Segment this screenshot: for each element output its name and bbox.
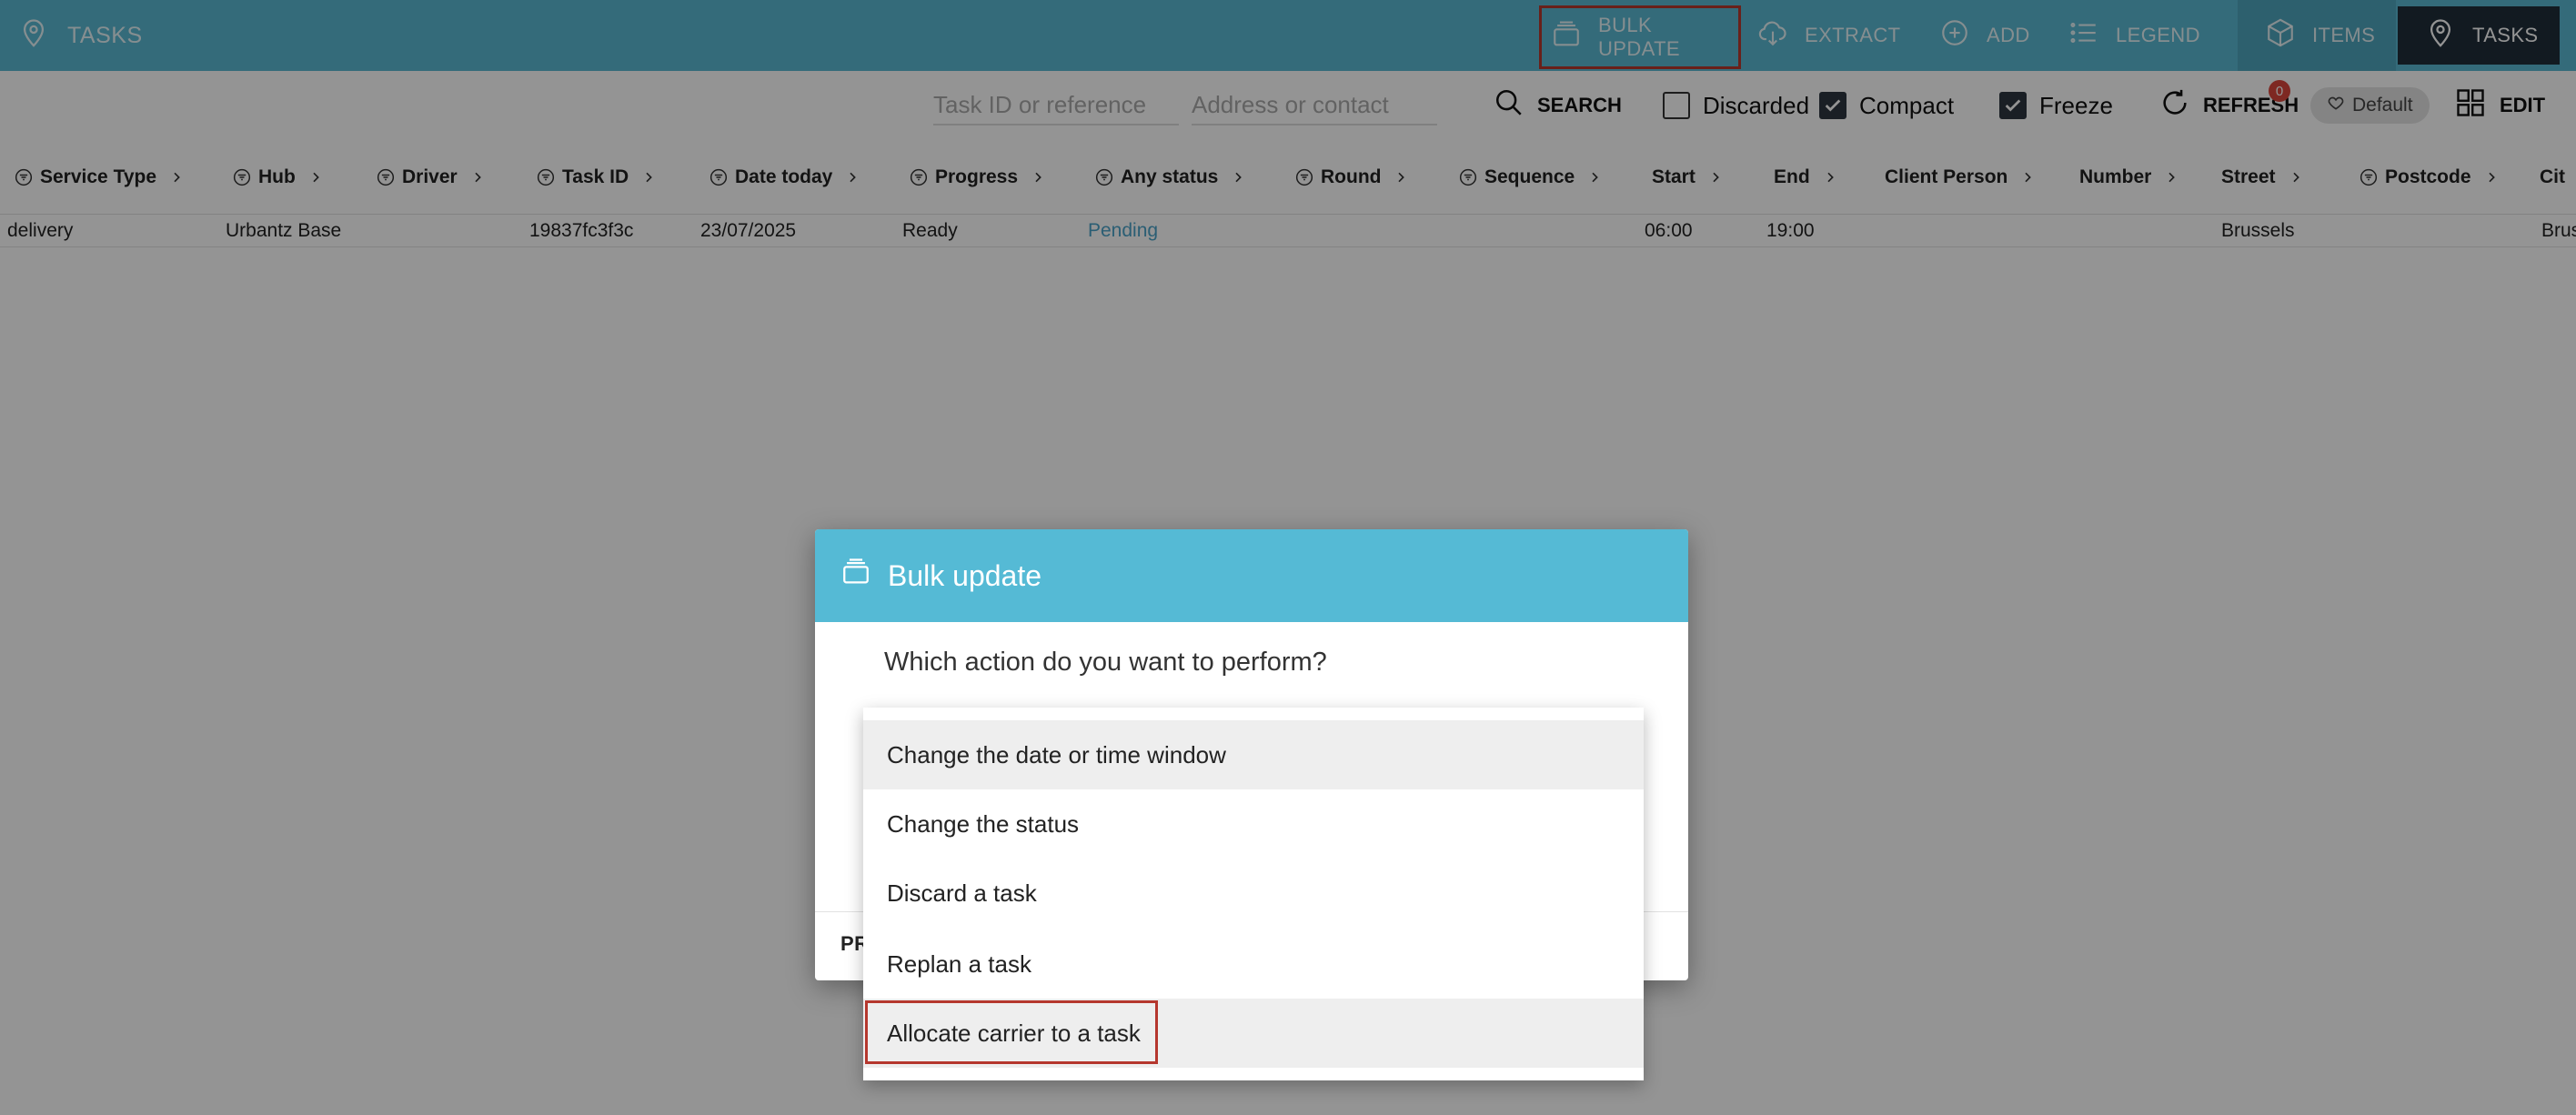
- dialog-header: Bulk update: [815, 529, 1688, 622]
- menu-item-replan-task[interactable]: Replan a task: [863, 929, 1644, 999]
- allocate-carrier-label: Allocate carrier to a task: [887, 1019, 1141, 1047]
- menu-item-change-status[interactable]: Change the status: [863, 789, 1644, 859]
- archive-box-icon: [840, 557, 871, 595]
- menu-item-discard-task[interactable]: Discard a task: [863, 859, 1644, 928]
- menu-item-allocate-carrier[interactable]: Allocate carrier to a task: [863, 999, 1644, 1068]
- dialog-title: Bulk update: [888, 558, 1042, 592]
- action-menu: Change the date or time window Change th…: [863, 708, 1644, 1080]
- menu-item-change-date[interactable]: Change the date or time window: [863, 720, 1644, 789]
- dialog-question: Which action do you want to perform?: [884, 648, 1327, 677]
